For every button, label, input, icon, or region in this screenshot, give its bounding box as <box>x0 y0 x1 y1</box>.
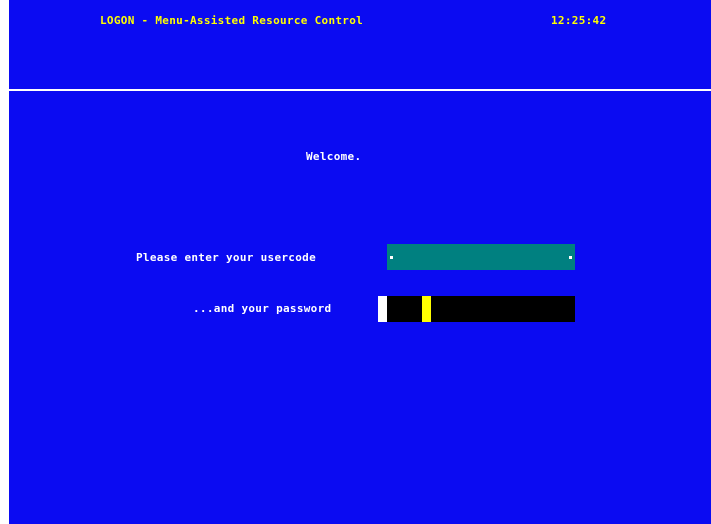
usercode-input[interactable] <box>387 244 575 270</box>
clock: 12:25:42 <box>551 14 607 27</box>
welcome-message: Welcome. <box>306 150 362 163</box>
terminal-window: LOGON - Menu-Assisted Resource Control 1… <box>0 0 711 524</box>
terminal-screen: LOGON - Menu-Assisted Resource Control 1… <box>9 0 711 524</box>
password-input[interactable] <box>387 296 575 322</box>
screen-title: LOGON - Menu-Assisted Resource Control <box>100 14 364 27</box>
password-field-start-marker <box>378 296 387 322</box>
text-cursor <box>422 296 431 322</box>
field-start-marker <box>390 256 393 259</box>
usercode-label: Please enter your usercode <box>136 251 316 264</box>
password-label: ...and your password <box>193 302 332 315</box>
header-divider <box>9 89 711 91</box>
field-end-marker <box>569 256 572 259</box>
